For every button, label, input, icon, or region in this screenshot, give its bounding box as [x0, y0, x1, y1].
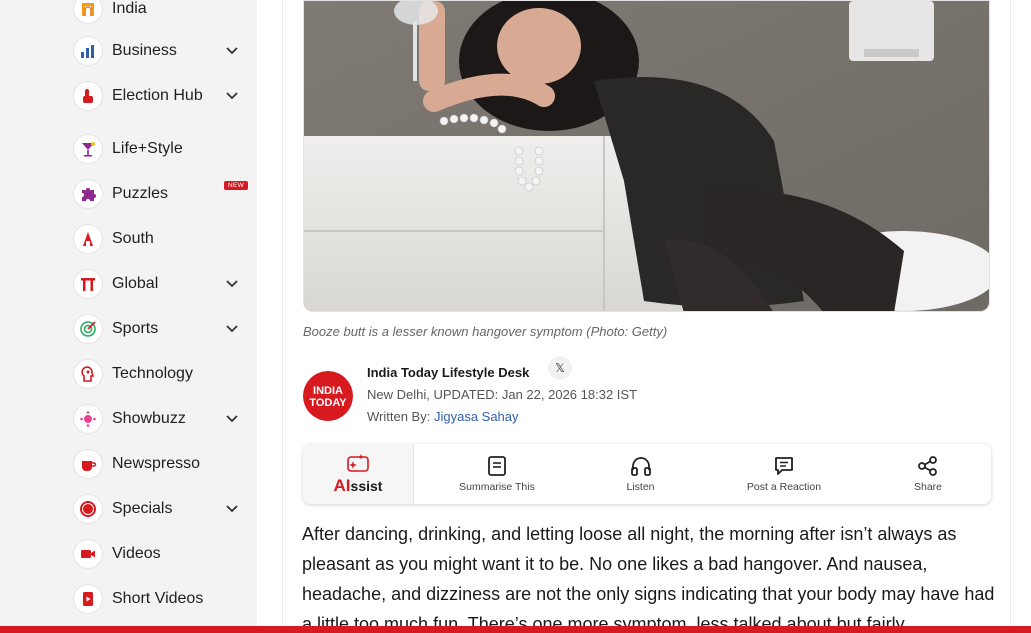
ai-sparkle-icon [347, 453, 369, 472]
india-gate-icon [73, 0, 103, 24]
sidebar: India Business Election Hub Life+Style P… [0, 0, 257, 633]
sidebar-item-label: Election Hub [112, 87, 203, 104]
document-icon [488, 456, 506, 476]
share-button[interactable]: Share [893, 444, 963, 504]
listen-button[interactable]: Listen [603, 444, 678, 504]
sidebar-item-label: Sports [112, 320, 159, 337]
location: New Delhi, [367, 387, 430, 402]
logo-text-line2: TODAY [309, 397, 347, 409]
aissist-label: AIssist [334, 476, 383, 496]
sidebar-item-election-hub[interactable]: Election Hub [73, 79, 253, 113]
film-reel-icon [73, 404, 103, 434]
coffee-cup-icon [73, 449, 103, 479]
x-social-icon[interactable]: 𝕏 [548, 356, 572, 380]
sidebar-item-label: Specials [112, 500, 173, 517]
aissist-button[interactable]: AIssist [303, 444, 414, 504]
author-name[interactable]: India Today Lifestyle Desk [367, 365, 529, 380]
article-action-bar: AIssist Summarise This Listen Post a Rea… [303, 444, 991, 504]
sidebar-item-label: South [112, 230, 154, 247]
sidebar-item-technology[interactable]: Technology [73, 357, 253, 391]
reaction-label: Post a Reaction [746, 481, 822, 493]
sidebar-item-sports[interactable]: Sports [73, 312, 253, 346]
dateline: New Delhi, UPDATED: Jan 22, 2026 18:32 I… [367, 387, 637, 402]
puzzle-icon [73, 179, 103, 209]
sidebar-item-label: Showbuzz [112, 410, 186, 427]
sidebar-item-label: Videos [112, 545, 161, 562]
sidebar-item-specials[interactable]: Specials [73, 492, 253, 526]
image-caption: Booze butt is a lesser known hangover sy… [303, 324, 668, 339]
byline: Written By: Jigyasa Sahay [367, 409, 519, 424]
writer-link[interactable]: Jigyasa Sahay [434, 409, 519, 424]
bottom-brand-bar [0, 626, 1031, 633]
headphones-icon [630, 457, 651, 476]
sidebar-item-showbuzz[interactable]: Showbuzz [73, 402, 253, 436]
post-reaction-button[interactable]: Post a Reaction [733, 444, 835, 504]
hero-image [303, 0, 990, 312]
main-content: Booze butt is a lesser known hangover sy… [257, 0, 1031, 633]
share-icon [918, 456, 937, 476]
sidebar-item-global[interactable]: Global [73, 267, 253, 301]
comment-icon [775, 457, 793, 475]
cocktail-icon [73, 134, 103, 164]
author-logo[interactable]: INDIA TODAY [303, 371, 353, 421]
sidebar-item-label: Puzzles [112, 185, 169, 202]
sidebar-item-label: Global [112, 275, 159, 292]
article-body: After dancing, drinking, and letting loo… [302, 524, 995, 633]
sidebar-item-label: Newspresso [112, 455, 201, 472]
specials-seal-icon [73, 494, 103, 524]
aissist-rest-label: ssist [350, 477, 383, 494]
summarise-label: Summarise This [459, 481, 535, 493]
sidebar-item-label: Life+Style [112, 140, 183, 157]
chevron-down-icon[interactable] [225, 44, 239, 58]
temple-icon [73, 224, 103, 254]
chevron-down-icon[interactable] [225, 277, 239, 291]
aissist-ai-label: AI [333, 475, 351, 495]
sidebar-item-business[interactable]: Business [73, 34, 253, 68]
sidebar-item-india[interactable]: India [73, 0, 253, 26]
updated-timestamp: UPDATED: Jan 22, 2026 18:32 IST [433, 387, 638, 402]
chevron-down-icon[interactable] [225, 412, 239, 426]
torii-gate-icon [73, 269, 103, 299]
sidebar-item-south[interactable]: South [73, 222, 253, 256]
listen-label: Listen [626, 481, 655, 493]
bar-chart-icon [73, 36, 103, 66]
written-by-label: Written By: [367, 409, 431, 424]
sidebar-item-label: Short Videos [112, 590, 204, 607]
sidebar-item-short-videos[interactable]: Short Videos [73, 582, 253, 616]
sidebar-item-puzzles[interactable]: Puzzles NEW [73, 177, 253, 211]
share-label: Share [913, 481, 943, 493]
chevron-down-icon[interactable] [225, 89, 239, 103]
sidebar-item-lifestyle[interactable]: Life+Style [73, 132, 253, 166]
chevron-down-icon[interactable] [225, 502, 239, 516]
sidebar-item-label: Technology [112, 365, 193, 382]
video-camera-icon [73, 539, 103, 569]
sidebar-item-newspresso[interactable]: Newspresso [73, 447, 253, 481]
sidebar-item-label: Business [112, 42, 177, 59]
logo-text-line1: INDIA [313, 385, 343, 397]
voting-hand-icon [73, 81, 103, 111]
chevron-down-icon[interactable] [225, 322, 239, 336]
sidebar-item-label: India [112, 0, 147, 17]
phone-play-icon [73, 584, 103, 614]
summarise-button[interactable]: Summarise This [443, 444, 551, 504]
tech-head-icon [73, 359, 103, 389]
sports-target-icon [73, 314, 103, 344]
new-badge: NEW [224, 181, 249, 190]
sidebar-item-videos[interactable]: Videos [73, 537, 253, 571]
